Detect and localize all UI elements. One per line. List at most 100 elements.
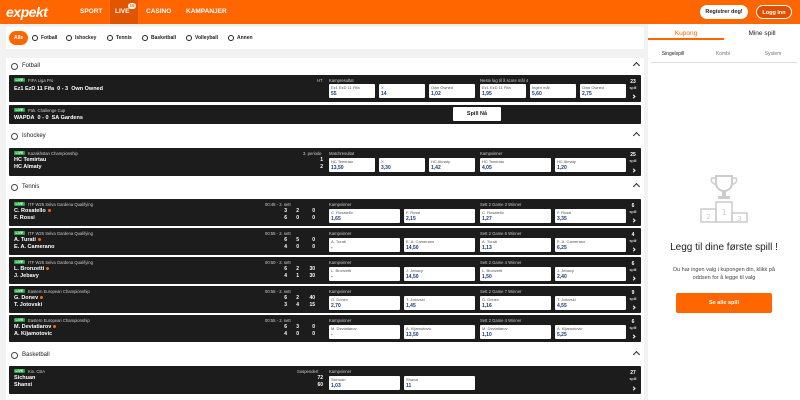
- section-title[interactable]: Basketball: [11, 351, 50, 359]
- odds-button[interactable]: T. Jotovski 1,45: [404, 296, 475, 310]
- odds-value: 1,65: [331, 216, 341, 222]
- match-row[interactable]: LIVE Kin. CBA Sichuan Shanxi Suspendert …: [9, 366, 641, 394]
- match-row[interactable]: LIVE Eastern European Championship M. Devi…: [9, 315, 641, 342]
- more-label: spill: [629, 238, 637, 243]
- odds-value: 14,50: [406, 245, 419, 251]
- nav-kampanjer[interactable]: KAMPANJER: [186, 0, 227, 24]
- odds-button[interactable]: T. Jotovski 4,55: [555, 296, 626, 310]
- odds-button[interactable]: C. Rosatello 1,65: [329, 209, 400, 223]
- trophy-podium-icon: 1 2 3: [700, 175, 748, 223]
- odds-button[interactable]: J. Jebavy 14,50: [404, 267, 475, 281]
- odds-button[interactable]: L. Bronzetti -: [329, 267, 400, 281]
- more-bets-link[interactable]: 6 spill: [628, 261, 638, 272]
- nav-sport[interactable]: SPORT: [80, 0, 102, 24]
- odds-button[interactable]: L. Bronzetti 1,50: [480, 267, 551, 281]
- odds-button[interactable]: M. Deviatiarov -: [329, 325, 400, 339]
- odds-label: Sichuan: [331, 377, 346, 382]
- play-now-button[interactable]: Spill Nå: [453, 107, 501, 121]
- match-row[interactable]: LIVE ITF W25 Selva Gardena Qualifying A. T…: [9, 228, 641, 255]
- section-title[interactable]: Fotball: [11, 62, 40, 70]
- odds-button[interactable]: HC Almaty 1,20: [555, 158, 626, 172]
- filter-basketball[interactable]: Basketball: [138, 31, 180, 45]
- odds-button[interactable]: A. Turati -: [329, 238, 400, 252]
- collapse-chevron-icon[interactable]: [632, 131, 641, 140]
- section-label: Ishockey: [22, 133, 46, 139]
- nav-live-label: LIVE: [115, 8, 130, 15]
- odds-button[interactable]: A. Turati 1,13: [480, 238, 551, 252]
- odds-button[interactable]: F. Rossi 3,35: [555, 209, 626, 223]
- market-title: Kampresultat: [329, 78, 354, 83]
- section-title[interactable]: Ishockey: [11, 132, 46, 140]
- odds-value: 1,27: [482, 216, 492, 222]
- filter-fotball[interactable]: Fotball: [28, 31, 61, 45]
- odds-button[interactable]: E. A. Camerano 6,25: [555, 238, 626, 252]
- nav-live[interactable]: LIVE 15: [110, 0, 138, 24]
- more-bets-link[interactable]: 9 spill: [628, 290, 638, 301]
- svg-text:1: 1: [721, 208, 726, 217]
- odds-button[interactable]: A. Kijamotovic 13,50: [404, 325, 475, 339]
- odds-label: F. Rossi: [406, 210, 421, 215]
- home-player: G. Donev: [14, 295, 44, 301]
- home-set-score: 2: [296, 208, 299, 214]
- odds-value: 1,45: [406, 303, 416, 309]
- filter-alle[interactable]: Alle: [9, 31, 29, 45]
- filter-ishockey[interactable]: Ishockey: [62, 31, 100, 45]
- live-badge: LIVE: [14, 260, 25, 264]
- more-bets-link[interactable]: 4 spill: [628, 232, 638, 243]
- filter-volleyball[interactable]: Volleyball: [182, 31, 222, 45]
- collapse-chevron-icon[interactable]: [632, 350, 641, 359]
- odds-button[interactable]: G. Donev 2,70: [329, 296, 400, 310]
- odds-button[interactable]: Sichuan 1,03: [329, 376, 400, 390]
- tab-kupong[interactable]: Kupong: [648, 27, 724, 40]
- odds-button[interactable]: Ingen mål 5,60: [530, 84, 576, 98]
- odds-button[interactable]: X 14: [379, 84, 425, 98]
- tab-kombi[interactable]: Kombi: [698, 49, 748, 59]
- odds-button[interactable]: HC Temirtau 13,50: [329, 158, 375, 172]
- nav-casino[interactable]: CASINO: [146, 0, 171, 24]
- match-row[interactable]: LIVE Eastern European Championship G. Done…: [9, 286, 641, 313]
- collapse-chevron-icon[interactable]: [632, 61, 641, 70]
- more-bets-link[interactable]: 6 spill: [628, 203, 638, 214]
- odds-button[interactable]: Shanxi 11: [404, 376, 475, 390]
- see-all-bets-button[interactable]: Se alle spill: [676, 293, 772, 313]
- odds-button[interactable]: Own Owned 2,75: [580, 84, 626, 98]
- match-row[interactable]: LIVE ITF W25 Selva Gardena Qualifying L. B…: [9, 257, 641, 284]
- odds-button[interactable]: C. Rosatello 1,27: [480, 209, 551, 223]
- odds-button[interactable]: F. Rossi 2,15: [404, 209, 475, 223]
- odds-button[interactable]: Own Owned 1,02: [429, 84, 475, 98]
- odds-button[interactable]: G. Donev 1,16: [480, 296, 551, 310]
- tab-singelspill[interactable]: Singelspill: [648, 49, 698, 59]
- match-row[interactable]: LIVE Kazakhstan Championship HC Temirtau…: [9, 148, 641, 176]
- match-row[interactable]: LIVE ITF W25 Selva Gardena Qualifying C. R…: [9, 199, 641, 226]
- register-button[interactable]: Registrer deg!: [700, 5, 748, 19]
- filter-annen[interactable]: Annen: [224, 31, 257, 45]
- collapse-chevron-icon[interactable]: [632, 182, 641, 191]
- odds-button[interactable]: Ez1 EzD 11 Fifa 1,95: [480, 84, 526, 98]
- more-bets-link[interactable]: 27 spill: [628, 370, 638, 381]
- odds-label: F. Rossi: [557, 210, 572, 215]
- expekt-logo[interactable]: expekt: [6, 4, 48, 20]
- login-button[interactable]: Logg inn: [756, 5, 792, 19]
- home-set-score: 40: [309, 295, 315, 301]
- top-bar: expekt SPORT LIVE 15 CASINO KAMPANJER Re…: [0, 0, 800, 24]
- match-row[interactable]: LIVE Pak. Challenge Cup WAPDA 0 - 0 SA G…: [9, 105, 641, 124]
- odds-button[interactable]: X 3,30: [379, 158, 425, 172]
- section-title[interactable]: Tennis: [11, 183, 39, 191]
- tab-mine-spill[interactable]: Mine spill: [724, 27, 800, 40]
- odds-value: 55: [331, 91, 337, 97]
- odds-button[interactable]: HC Temirtau 4,05: [480, 158, 551, 172]
- match-row[interactable]: LIVE FIFA Liga Pro Ez1 EzD 11 Fifa 0 - 3…: [9, 75, 641, 102]
- more-bets-link[interactable]: 6 spill: [628, 319, 638, 330]
- odds-button[interactable]: Ez1 EzD 11 Fifa 55: [329, 84, 375, 98]
- odds-button[interactable]: J. Jebavy 2,40: [555, 267, 626, 281]
- filter-tennis[interactable]: Tennis: [103, 31, 136, 45]
- more-bets-link[interactable]: 25 spill: [628, 152, 638, 163]
- more-bets-link[interactable]: 23 spill: [628, 79, 638, 90]
- tab-system[interactable]: System: [748, 49, 798, 59]
- odds-button[interactable]: E. A. Camerano 14,50: [404, 238, 475, 252]
- odds-label: G. Donev: [482, 297, 499, 302]
- odds-value: 1,03: [331, 383, 341, 389]
- odds-button[interactable]: A. Kijamotovic 5,25: [555, 325, 626, 339]
- odds-button[interactable]: M. Deviatiarov 1,10: [480, 325, 551, 339]
- odds-button[interactable]: HC Almaty 1,42: [429, 158, 475, 172]
